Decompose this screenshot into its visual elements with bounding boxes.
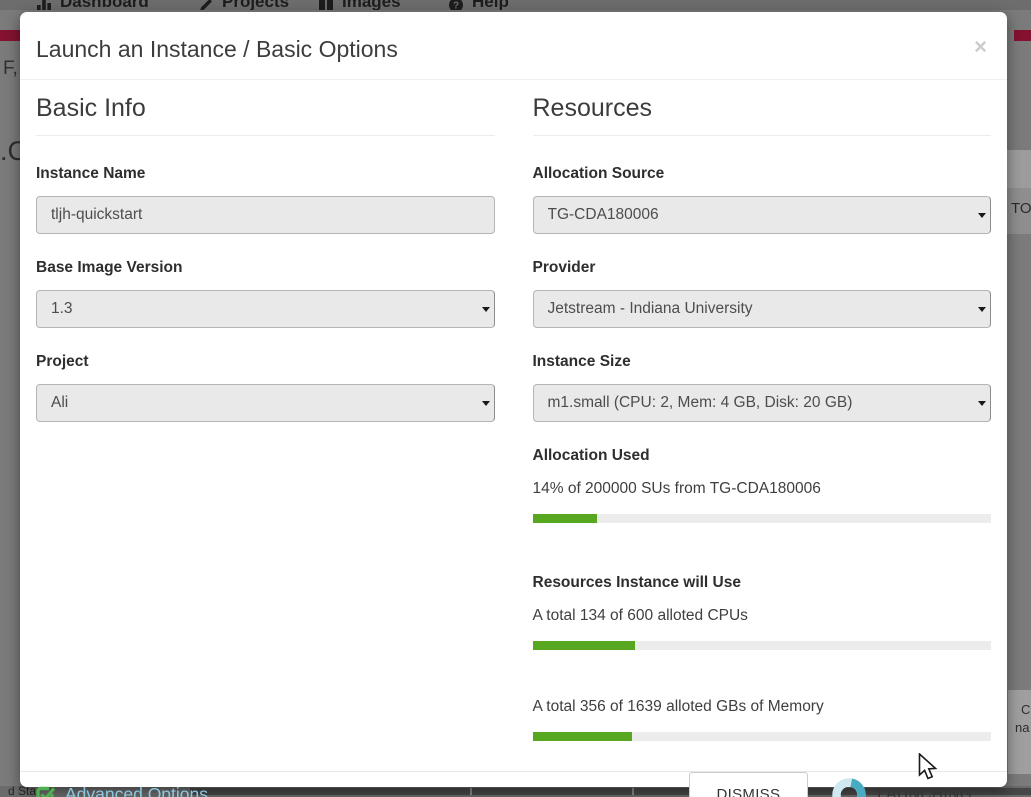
page-accent-bar-left bbox=[0, 30, 20, 41]
top-navbar: Dashboard Projects Images ? Help bbox=[0, 0, 1031, 10]
advanced-options-link[interactable]: Advanced Options bbox=[36, 784, 208, 797]
question-icon: ? bbox=[448, 0, 464, 10]
nav-label: Help bbox=[472, 0, 509, 10]
instance-name-input[interactable] bbox=[36, 196, 495, 234]
launching-label: LAUNCHING ... bbox=[877, 786, 991, 797]
cpu-usage-progressbar bbox=[533, 641, 992, 650]
selected-value: Ali bbox=[51, 394, 68, 412]
basic-info-column: Basic Info Instance Name Base Image Vers… bbox=[36, 80, 495, 771]
provider-field: Provider Jetstream - Indiana University bbox=[533, 259, 992, 328]
selected-value: 1.3 bbox=[51, 300, 73, 318]
provider-label: Provider bbox=[533, 259, 992, 277]
cpu-usage-text: A total 134 of 600 alloted CPUs bbox=[533, 607, 992, 625]
progress-fill bbox=[533, 732, 632, 741]
project-label: Project bbox=[36, 353, 495, 371]
nav-label: Dashboard bbox=[60, 0, 149, 10]
modal-title: Launch an Instance / Basic Options bbox=[36, 36, 991, 63]
allocation-used-heading: Allocation Used bbox=[533, 447, 992, 465]
modal-footer: Advanced Options DISMISS LAUNCHING ... bbox=[20, 771, 1007, 797]
nav-item-projects[interactable]: Projects bbox=[198, 0, 289, 10]
instance-size-label: Instance Size bbox=[533, 353, 992, 371]
close-icon[interactable]: × bbox=[974, 36, 987, 58]
allocation-source-label: Allocation Source bbox=[533, 165, 992, 183]
progress-fill bbox=[533, 514, 597, 523]
nav-label: Projects bbox=[222, 0, 289, 10]
selected-value: TG-CDA180006 bbox=[548, 206, 659, 224]
nav-item-help[interactable]: ? Help bbox=[448, 0, 509, 10]
provider-select[interactable]: Jetstream - Indiana University bbox=[533, 290, 992, 328]
allocation-source-field: Allocation Source TG-CDA180006 bbox=[533, 165, 992, 234]
progress-fill bbox=[533, 641, 635, 650]
background-panel-fragment: C na bbox=[1008, 690, 1031, 774]
resources-heading: Resources bbox=[533, 94, 992, 136]
memory-usage-progressbar bbox=[533, 732, 992, 741]
base-image-version-label: Base Image Version bbox=[36, 259, 495, 277]
background-panel-fragment bbox=[1007, 150, 1031, 188]
dropdown-arrow-icon bbox=[482, 401, 490, 406]
modal-header: Launch an Instance / Basic Options × bbox=[20, 12, 1007, 80]
background-text-fragment: F, bbox=[3, 58, 18, 80]
base-image-version-select[interactable]: 1.3 bbox=[36, 290, 495, 328]
instance-name-field: Instance Name bbox=[36, 165, 495, 234]
dropdown-arrow-icon bbox=[482, 307, 490, 312]
instance-usage-heading: Resources Instance will Use bbox=[533, 574, 992, 592]
advanced-options-label: Advanced Options bbox=[65, 784, 208, 797]
instance-name-label: Instance Name bbox=[36, 165, 495, 183]
checkbox-checked-icon bbox=[36, 785, 56, 797]
resources-column: Resources Allocation Source TG-CDA180006… bbox=[533, 80, 992, 771]
basic-info-heading: Basic Info bbox=[36, 94, 495, 136]
svg-text:?: ? bbox=[453, 1, 459, 11]
selected-value: m1.small (CPU: 2, Mem: 4 GB, Disk: 20 GB… bbox=[548, 394, 853, 412]
background-panel-fragment: TO bbox=[1007, 188, 1031, 234]
allocation-used-text: 14% of 200000 SUs from TG-CDA180006 bbox=[533, 480, 992, 498]
page-accent-bar-right bbox=[1014, 30, 1031, 41]
bar-chart-icon bbox=[36, 0, 52, 10]
nav-label: Images bbox=[342, 0, 401, 10]
background-text-fragment: TO bbox=[1011, 200, 1031, 217]
pencil-icon bbox=[198, 0, 214, 10]
screen: Dashboard Projects Images ? Help F, .C T… bbox=[0, 0, 1031, 797]
launching-button[interactable]: LAUNCHING ... bbox=[832, 778, 991, 797]
base-image-version-field: Base Image Version 1.3 bbox=[36, 259, 495, 328]
loading-spinner-icon bbox=[832, 778, 866, 797]
selected-value: Jetstream - Indiana University bbox=[548, 300, 753, 318]
project-select[interactable]: Ali bbox=[36, 384, 495, 422]
project-field: Project Ali bbox=[36, 353, 495, 422]
dropdown-arrow-icon bbox=[978, 401, 986, 406]
dropdown-arrow-icon bbox=[978, 213, 986, 218]
mouse-cursor bbox=[918, 753, 940, 783]
dismiss-button[interactable]: DISMISS bbox=[689, 772, 809, 797]
background-text-fragment: na bbox=[1015, 720, 1029, 735]
launch-instance-modal: Launch an Instance / Basic Options × Bas… bbox=[20, 12, 1007, 787]
nav-item-images[interactable]: Images bbox=[318, 0, 401, 10]
instance-size-select[interactable]: m1.small (CPU: 2, Mem: 4 GB, Disk: 20 GB… bbox=[533, 384, 992, 422]
allocation-used-progressbar bbox=[533, 514, 992, 523]
instance-size-field: Instance Size m1.small (CPU: 2, Mem: 4 G… bbox=[533, 353, 992, 422]
dropdown-arrow-icon bbox=[978, 307, 986, 312]
grid-icon bbox=[318, 0, 334, 10]
memory-usage-text: A total 356 of 1639 alloted GBs of Memor… bbox=[533, 698, 992, 716]
allocation-source-select[interactable]: TG-CDA180006 bbox=[533, 196, 992, 234]
modal-body: Basic Info Instance Name Base Image Vers… bbox=[20, 80, 1007, 771]
nav-item-dashboard[interactable]: Dashboard bbox=[36, 0, 149, 10]
background-text-fragment: C bbox=[1021, 702, 1030, 717]
